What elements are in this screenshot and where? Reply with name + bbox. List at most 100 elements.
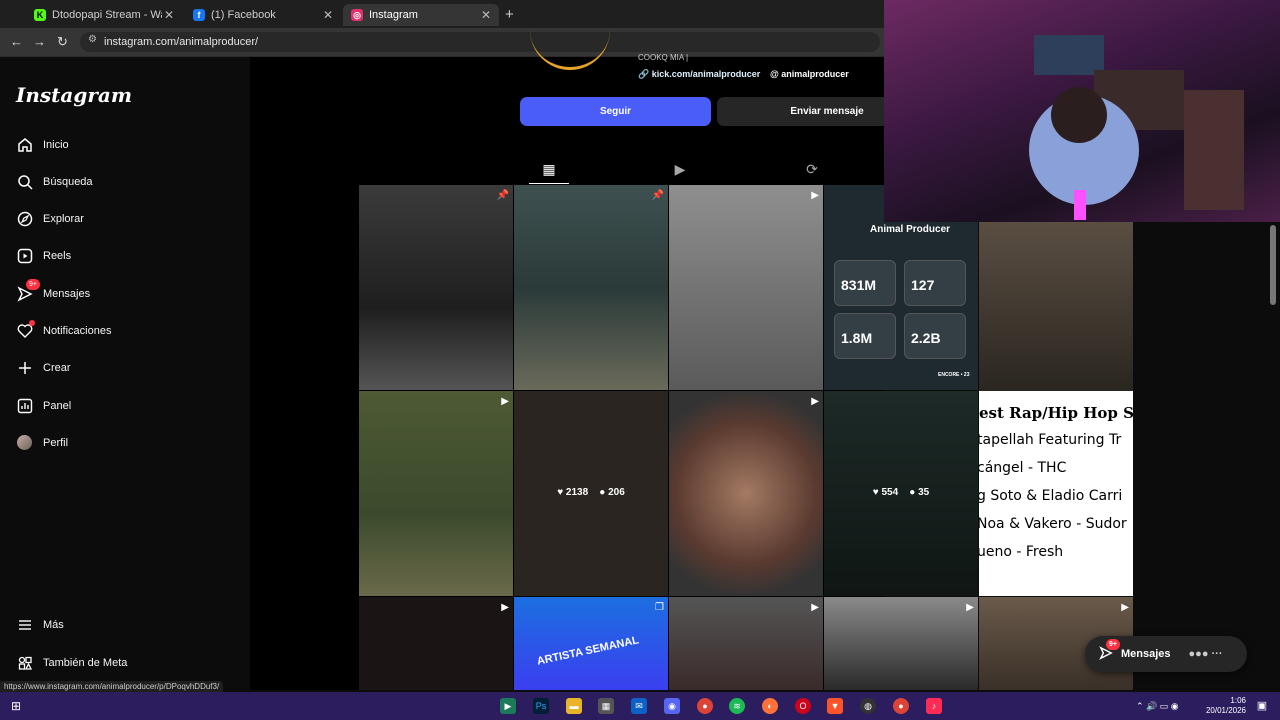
stat-followers: 831M xyxy=(834,260,896,306)
reels-tab-icon[interactable]: ▶ xyxy=(660,155,700,183)
streamer-webcam-overlay xyxy=(884,0,1280,222)
sidebar-item-mas[interactable]: Más xyxy=(16,616,64,633)
post-thumbnail[interactable]: ▶ xyxy=(359,391,513,596)
message-count-badge: 9+ xyxy=(26,279,40,290)
address-bar-row: ← → ↻ instagram.com/animalproducer/ xyxy=(0,28,884,57)
stat-value: 127 xyxy=(911,277,935,293)
scrollbar[interactable] xyxy=(1270,225,1276,305)
stats-card-footer: ENCORE • 23 xyxy=(938,372,970,378)
post-thumbnail[interactable]: ❐ ARTISTA SEMANAL xyxy=(514,597,668,690)
sidebar-item-inicio[interactable]: Inicio xyxy=(16,136,69,153)
back-icon[interactable]: ← xyxy=(10,34,23,49)
post-thumbnail[interactable]: 📌 xyxy=(514,185,668,390)
profile-tabs: ▦ ▶ ⟳ xyxy=(250,155,884,185)
sidebar-item-label: Mensajes xyxy=(43,287,91,300)
opera-icon[interactable]: O xyxy=(795,698,811,714)
sidebar-item-meta[interactable]: También de Meta xyxy=(16,654,127,671)
sidebar-item-label: Panel xyxy=(43,399,72,412)
carousel-icon: ❐ xyxy=(655,602,664,613)
comment-icon: ● xyxy=(909,487,919,498)
plus-icon xyxy=(16,359,33,376)
sidebar-item-perfil[interactable]: Perfil xyxy=(16,434,68,451)
profile-avatar[interactable] xyxy=(530,17,610,70)
windows-start-icon[interactable]: ⊞ xyxy=(8,698,24,714)
photoshop-icon[interactable]: Ps xyxy=(533,698,549,714)
post-thumbnail[interactable]: ▶ xyxy=(359,597,513,690)
bio-text: COOKQ MIA | xyxy=(638,53,689,62)
follow-button[interactable]: Seguir xyxy=(520,97,711,126)
reload-icon[interactable]: ↻ xyxy=(57,34,68,50)
notification-center-icon[interactable]: ▣ xyxy=(1254,698,1270,714)
chrome-active-icon[interactable]: ● xyxy=(893,698,909,714)
stats-card-title: Animal Producer xyxy=(870,224,951,235)
close-icon[interactable]: ✕ xyxy=(321,8,335,22)
chart-icon xyxy=(16,397,33,414)
mail-icon[interactable]: ✉ xyxy=(631,698,647,714)
folder-icon[interactable]: ▬ xyxy=(566,698,582,714)
post-thumbnail[interactable] xyxy=(979,222,1133,391)
tab-instagram[interactable]: ◎ Instagram ✕ xyxy=(343,4,499,26)
chrome-icon[interactable]: ● xyxy=(697,698,713,714)
tray-icons[interactable]: ⌃ 🔊 ▭ ◉ xyxy=(1136,698,1196,714)
sidebar-item-label: También de Meta xyxy=(43,656,128,669)
post-thumbnail[interactable]: ▶ xyxy=(669,597,823,690)
sidebar-item-crear[interactable]: Crear xyxy=(16,359,71,376)
playlist-line: g Soto & Eladio Carri xyxy=(979,488,1123,504)
sidebar-item-notificaciones[interactable]: Notificaciones xyxy=(16,320,112,339)
post-thumbnail[interactable]: ♥ 554 ● 35 xyxy=(824,391,978,596)
sidebar-item-label: Perfil xyxy=(43,436,69,449)
sidebar-item-mensajes[interactable]: 9+ Mensajes xyxy=(16,279,91,302)
stat-value: 2.2B xyxy=(911,330,941,346)
messages-float-button[interactable]: 9+ Mensajes ●●● ··· xyxy=(1085,636,1247,672)
post-stats: ♥ 554 ● 35 xyxy=(824,487,978,498)
brave-icon[interactable]: ▼ xyxy=(827,698,843,714)
post-playlist[interactable]: est Rap/Hip Hop Sor tapellah Featuring T… xyxy=(979,391,1133,596)
sidebar-item-busqueda[interactable]: Búsqueda xyxy=(16,173,93,190)
obs-icon[interactable]: ◍ xyxy=(860,698,876,714)
post-thumbnail[interactable]: ▶ xyxy=(824,597,978,690)
sidebar-item-panel[interactable]: Panel xyxy=(16,397,71,414)
post-thumbnail[interactable]: 📌 xyxy=(359,185,513,390)
playlist-title: est Rap/Hip Hop Sor xyxy=(979,404,1133,422)
sidebar-item-reels[interactable]: Reels xyxy=(16,247,71,264)
clock-time: 1:06 xyxy=(1230,696,1246,705)
post-stats: ♥ 2138 ● 206 xyxy=(514,487,668,498)
app-icon[interactable]: ▶ xyxy=(500,698,516,714)
post-thumbnail[interactable]: ▶ xyxy=(669,185,823,390)
kick-favicon-icon: K xyxy=(34,9,46,21)
url-input[interactable]: instagram.com/animalproducer/ xyxy=(80,32,880,52)
forward-icon[interactable]: → xyxy=(33,34,46,49)
sidebar-item-explorar[interactable]: Explorar xyxy=(16,210,84,227)
discord-icon[interactable]: ◉ xyxy=(664,698,680,714)
post-thumbnail[interactable]: ▶ xyxy=(669,391,823,596)
site-info-icon[interactable]: ⚙ xyxy=(88,34,97,45)
calculator-icon[interactable]: ▦ xyxy=(598,698,614,714)
taskbar-clock[interactable]: 1:06 20/01/2026 xyxy=(1196,696,1246,716)
instagram-logo[interactable]: Instagram xyxy=(16,83,132,107)
close-icon[interactable]: ✕ xyxy=(479,8,493,22)
kick-link[interactable]: 🔗 kick.com/animalproducer xyxy=(638,69,760,80)
sidebar-item-label: Más xyxy=(43,618,64,631)
comment-icon: ● xyxy=(599,487,609,498)
stat-views: 2.2B xyxy=(904,313,966,359)
threads-link-text: animalproducer xyxy=(781,69,849,79)
grid-tab-icon[interactable]: ▦ xyxy=(529,155,569,184)
sidebar-item-label: Reels xyxy=(43,249,72,262)
like-icon: ♥ xyxy=(557,487,566,498)
post-thumbnail[interactable]: ♥ 2138 ● 206 xyxy=(514,391,668,596)
tiktok-icon[interactable]: ♪ xyxy=(926,698,942,714)
spotify-icon[interactable]: ≋ xyxy=(729,698,745,714)
tab-kick[interactable]: K Dtodopapi Stream - Watch Live ✕ xyxy=(26,4,182,26)
playlist-line: ueno - Fresh xyxy=(979,544,1064,560)
close-icon[interactable]: ✕ xyxy=(162,8,176,22)
threads-link[interactable]: @ animalproducer xyxy=(770,69,849,79)
message-count-badge: 9+ xyxy=(1106,638,1120,650)
threads-icon: @ xyxy=(770,69,782,79)
sidebar-item-label: Notificaciones xyxy=(43,324,112,337)
firefox-icon[interactable]: ◐ xyxy=(762,698,778,714)
tab-facebook[interactable]: f (1) Facebook ✕ xyxy=(185,4,341,26)
new-tab-icon[interactable]: + xyxy=(505,6,514,23)
messenger-icon: 9+ xyxy=(1099,638,1120,663)
reposts-tab-icon[interactable]: ⟳ xyxy=(792,155,832,183)
playlist-line: tapellah Featuring Tr xyxy=(979,432,1122,448)
